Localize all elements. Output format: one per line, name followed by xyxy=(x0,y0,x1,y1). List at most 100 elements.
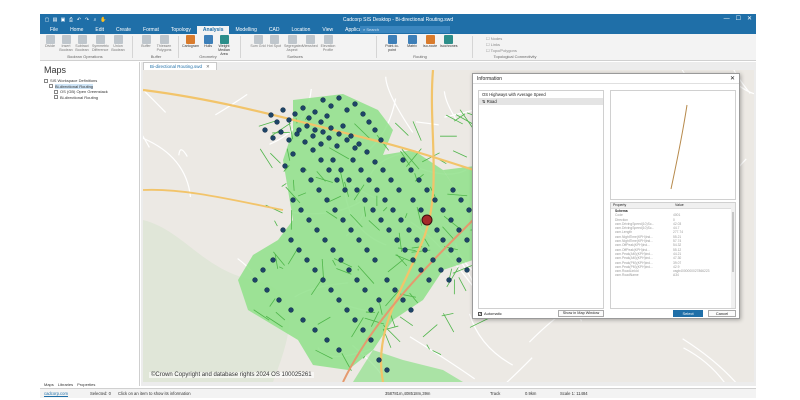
maximize-button[interactable]: ☐ xyxy=(736,14,741,25)
checkbox-label: Links xyxy=(490,42,501,47)
destination-point xyxy=(364,247,370,253)
map-scale[interactable]: Scale 1: 11484 xyxy=(560,389,588,398)
network-link xyxy=(258,120,276,127)
tree-node-label: Bi-directional Routing xyxy=(55,83,94,89)
expander-icon[interactable] xyxy=(54,95,58,100)
tab-location[interactable]: Location xyxy=(285,26,316,34)
tab-home[interactable]: Home xyxy=(64,26,89,34)
destination-point xyxy=(324,337,330,343)
ribbon-weight-median-area-button[interactable]: Weight Median Area xyxy=(216,35,232,56)
destination-point xyxy=(432,197,438,203)
automatic-checkbox[interactable]: ✓ Automatic xyxy=(478,311,502,316)
select-button[interactable]: Select xyxy=(673,310,703,317)
ribbon-hulls-button[interactable]: Hulls xyxy=(200,35,216,53)
ribbon-separator xyxy=(472,36,473,58)
insert-boolean-icon xyxy=(61,35,71,44)
destination-point xyxy=(372,257,378,263)
destination-point xyxy=(332,207,338,213)
topology-nodes-checkbox[interactable]: ☐ Nodes xyxy=(486,36,502,41)
ribbon-button-label: Divide xyxy=(45,44,55,48)
ribbon-matrix-button[interactable]: Matrix xyxy=(404,35,420,53)
tab-modelling[interactable]: Modelling xyxy=(229,26,262,34)
ribbon-thiessen-polygons-button[interactable]: Thiessen Polygons xyxy=(156,35,172,53)
destination-point xyxy=(286,117,292,123)
topology-links-checkbox[interactable]: ☐ Links xyxy=(486,42,500,47)
website-link[interactable]: cadcorp.com xyxy=(44,389,68,398)
point-to-point-icon xyxy=(387,35,397,44)
tab-cad[interactable]: CAD xyxy=(263,26,286,34)
ribbon-buffer-button[interactable]: Buffer xyxy=(138,35,154,53)
destination-point xyxy=(348,133,354,139)
ribbon-point-to-point-button[interactable]: Point-to-point xyxy=(384,35,400,53)
ribbon-group-label: Boolean Operations xyxy=(67,54,103,59)
tab-analysis[interactable]: Analysis xyxy=(196,26,230,34)
ribbon-segregated-aspect-button[interactable]: Segregated Aspect xyxy=(284,35,303,53)
destination-point xyxy=(384,277,390,283)
search-box[interactable]: ⌕ Search xyxy=(360,26,450,33)
thiessen-polygons-icon xyxy=(159,35,169,44)
panel-title: Maps xyxy=(44,65,67,75)
ribbon-iso-route-button[interactable]: Iso-route xyxy=(422,35,438,53)
destination-point xyxy=(270,135,276,141)
destination-point xyxy=(336,131,342,137)
destination-point xyxy=(302,139,308,145)
property-row[interactable]: csm.RoadName A34 xyxy=(611,273,735,277)
background-street xyxy=(683,347,725,382)
ribbon-separator xyxy=(178,36,179,58)
union-boolean-icon xyxy=(113,35,123,44)
destination-point xyxy=(312,127,318,133)
destination-point xyxy=(298,207,304,213)
tab-properties[interactable]: Properties xyxy=(77,382,95,387)
close-tab-icon[interactable]: ✕ xyxy=(206,64,210,69)
ribbon-button-label: Segregated Aspect xyxy=(284,44,303,52)
tab-view[interactable]: View xyxy=(316,26,339,34)
destination-point xyxy=(282,163,288,169)
expander-icon[interactable] xyxy=(44,78,48,83)
ribbon-subtract-boolean-button[interactable]: Subtract Boolean xyxy=(74,35,90,53)
expander-icon[interactable] xyxy=(49,84,53,89)
ribbon-cartogram-button[interactable]: Cartogram xyxy=(182,35,199,53)
destination-point xyxy=(306,115,312,121)
expander-icon[interactable] xyxy=(54,89,58,94)
ribbon-union-boolean-button[interactable]: Union Boolean xyxy=(110,35,126,53)
property-scrollbar[interactable] xyxy=(731,208,735,308)
destination-point xyxy=(290,197,296,203)
tree-node-label: SIS Workspace Definitions xyxy=(50,78,98,83)
checkbox-label: Topo/Polygons xyxy=(490,48,517,53)
layer-item[interactable]: OS Highways with Average Speed xyxy=(479,91,603,98)
close-button[interactable]: ✕ xyxy=(747,14,752,25)
destination-point xyxy=(264,287,270,293)
destination-point xyxy=(334,143,340,149)
cancel-button[interactable]: Cancel xyxy=(708,310,736,317)
destination-point xyxy=(368,337,374,343)
destination-point xyxy=(380,167,386,173)
ribbon-hot-spot-button[interactable]: Hot Spot xyxy=(266,35,282,53)
ribbon-insert-boolean-button[interactable]: Insert Boolean xyxy=(58,35,74,53)
ribbon-symmetric-difference-button[interactable]: Symmetric Difference xyxy=(92,35,109,53)
topology-topo-polygons-checkbox[interactable]: ☐ Topo/Polygons xyxy=(486,48,517,53)
destination-point xyxy=(338,257,344,263)
ribbon-divide-button[interactable]: Divide xyxy=(42,35,58,53)
destination-point xyxy=(372,159,378,165)
ribbon-sum-grid-button[interactable]: Sum Grid xyxy=(250,35,266,53)
minimize-button[interactable]: — xyxy=(724,14,730,25)
dialog-close-icon[interactable]: ✕ xyxy=(730,74,735,84)
tab-create[interactable]: Create xyxy=(110,26,137,34)
tab-edit[interactable]: Edit xyxy=(89,26,110,34)
major-road xyxy=(143,188,284,211)
tab-topology[interactable]: Topology xyxy=(165,26,197,34)
show-in-map-button[interactable]: Show in Map Window xyxy=(558,310,604,317)
ribbon-viewshed-button[interactable]: Viewshed xyxy=(302,35,318,53)
track-toggle[interactable]: Track xyxy=(490,389,500,398)
ribbon-isochrones-button[interactable]: Isochrones xyxy=(440,35,458,53)
tree-node[interactable]: Bi-directional Routing xyxy=(44,95,139,101)
ribbon-elevation-profile-button[interactable]: Elevation Profile xyxy=(320,35,336,53)
tab-file[interactable]: File xyxy=(44,26,64,34)
tab-format[interactable]: Format xyxy=(137,26,165,34)
road-item[interactable]: ⇅ Road xyxy=(479,98,603,105)
tab-maps[interactable]: Maps xyxy=(44,382,54,387)
tab-libraries[interactable]: Libraries xyxy=(58,382,73,387)
destination-point xyxy=(372,127,378,133)
document-tab[interactable]: Bi-directional Routing.swd ✕ xyxy=(143,62,217,70)
origin-point xyxy=(421,214,433,226)
